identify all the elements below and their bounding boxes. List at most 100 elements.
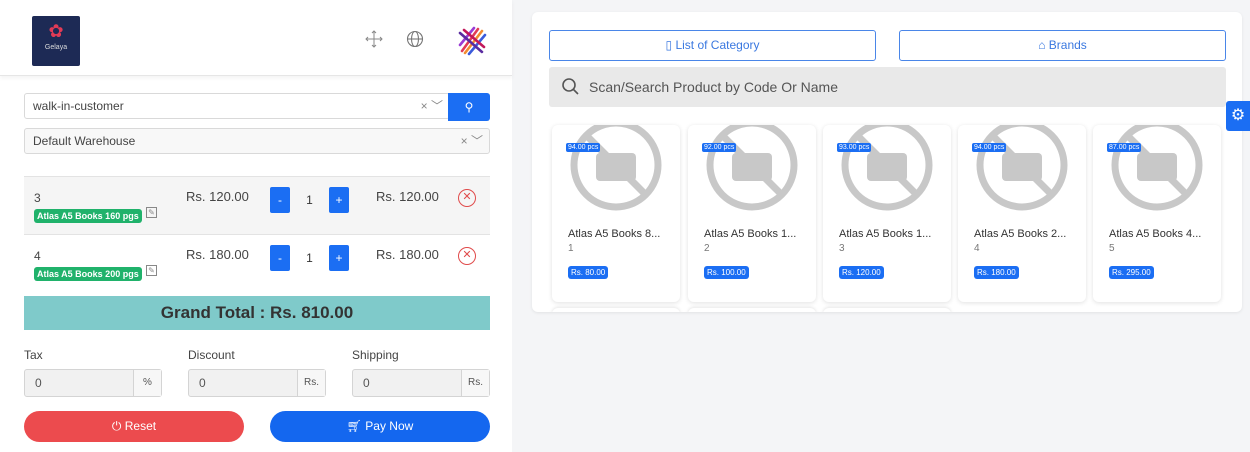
edit-icon[interactable]: ✎ (146, 265, 157, 276)
qty-increase-button[interactable]: + (329, 245, 349, 271)
shipping-unit: Rs. (461, 370, 489, 396)
category-icon: ▯ (665, 38, 673, 52)
product-card-partial[interactable] (552, 308, 680, 312)
pay-now-button[interactable]: 🛒︎ Pay Now (270, 411, 490, 442)
warehouse-select[interactable]: Default Warehouse × ﹀ (24, 128, 490, 154)
qty-decrease-button[interactable]: - (270, 245, 290, 271)
remove-item-icon[interactable]: ✕ (458, 247, 476, 265)
pay-now-label: Pay Now (365, 419, 414, 433)
clear-icon[interactable]: × (461, 134, 468, 148)
grand-total: Grand Total : Rs. 810.00 (24, 296, 490, 330)
no-image-icon (976, 125, 1068, 211)
cart-item-name-badge: Atlas A5 Books 200 pgs (34, 267, 142, 281)
product-card[interactable]: 92.00 pcs Atlas A5 Books 1... 2 Rs. 100.… (688, 125, 816, 302)
qty-decrease-button[interactable]: - (270, 187, 290, 213)
reset-label: ⏻ Reset (111, 419, 157, 433)
list-of-category-button[interactable]: ▯ List of Category (549, 30, 876, 61)
remove-item-icon[interactable]: ✕ (458, 189, 476, 207)
product-price-badge: Rs. 100.00 (704, 266, 749, 279)
warehouse-select-controls[interactable]: × ﹀ (461, 129, 483, 153)
discount-input[interactable]: 0 Rs. (188, 369, 326, 397)
discount-unit: Rs. (297, 370, 325, 396)
tax-unit: % (133, 370, 161, 396)
user-avatar[interactable] (456, 25, 488, 57)
product-card-partial[interactable] (823, 308, 951, 312)
logo-text: Gelaya (44, 44, 68, 51)
customer-select-controls[interactable]: × ﹀ (421, 94, 443, 118)
logo-flower-icon: ✿ (48, 21, 64, 41)
stock-badge: 93.00 pcs (837, 143, 872, 152)
stock-badge: 87.00 pcs (1107, 143, 1142, 152)
no-image-icon (841, 125, 933, 211)
qty-input[interactable]: 1 (290, 245, 329, 271)
product-name: Atlas A5 Books 8... (568, 228, 661, 240)
category-label: List of Category (675, 38, 760, 52)
clear-icon[interactable]: × (421, 99, 428, 113)
edit-icon[interactable]: ✎ (146, 207, 157, 218)
product-code: 4 (974, 243, 980, 254)
warehouse-value: Default Warehouse (33, 134, 136, 148)
qty-increase-button[interactable]: + (329, 187, 349, 213)
pos-cart-panel: ✿ Gelaya walk-in-customer × ﹀ ⚲ Default … (0, 0, 512, 452)
reset-button[interactable]: ⏻ Reset (24, 411, 244, 442)
cart-row: 3 Atlas A5 Books 160 pgs ✎ Rs. 120.00 - … (24, 176, 490, 234)
search-placeholder: Scan/Search Product by Code Or Name (589, 79, 839, 95)
product-card[interactable]: 94.00 pcs Atlas A5 Books 8... 1 Rs. 80.0… (552, 125, 680, 302)
product-code: 3 (839, 243, 845, 254)
search-icon (561, 67, 579, 121)
tax-label: Tax (24, 348, 43, 362)
add-customer-button[interactable]: ⚲ (448, 93, 490, 121)
discount-label: Discount (188, 348, 235, 362)
product-card[interactable]: 93.00 pcs Atlas A5 Books 1... 3 Rs. 120.… (823, 125, 951, 302)
cart-item-name-badge: Atlas A5 Books 160 pgs (34, 209, 142, 223)
product-search-input[interactable]: Scan/Search Product by Code Or Name (549, 67, 1226, 107)
user-icon: ⚲ (464, 100, 474, 114)
top-bar: ✿ Gelaya (0, 0, 512, 76)
settings-gear-icon[interactable]: ⚙ (1226, 101, 1250, 131)
cart-item-price: Rs. 120.00 (186, 189, 249, 204)
cart-item-subtotal: Rs. 180.00 (376, 247, 439, 262)
product-price-badge: Rs. 295.00 (1109, 266, 1154, 279)
customer-select[interactable]: walk-in-customer × ﹀ (24, 93, 450, 119)
chevron-down-icon[interactable]: ﹀ (471, 134, 483, 148)
product-card[interactable]: 94.00 pcs Atlas A5 Books 2... 4 Rs. 180.… (958, 125, 1086, 302)
product-code: 5 (1109, 243, 1115, 254)
discount-value: 0 (199, 376, 206, 390)
product-name: Atlas A5 Books 1... (704, 228, 797, 240)
product-code: 1 (568, 243, 574, 254)
no-image-icon (570, 125, 662, 211)
cart-item-code: 3 (34, 191, 41, 205)
fullscreen-icon[interactable] (364, 30, 384, 50)
chevron-down-icon[interactable]: ﹀ (431, 99, 443, 113)
brands-button[interactable]: ⌂ Brands (899, 30, 1226, 61)
product-name: Atlas A5 Books 2... (974, 228, 1067, 240)
no-image-icon (1111, 125, 1203, 211)
product-price-badge: Rs. 120.00 (839, 266, 884, 279)
shipping-input[interactable]: 0 Rs. (352, 369, 490, 397)
company-logo[interactable]: ✿ Gelaya (32, 16, 80, 66)
stock-badge: 92.00 pcs (702, 143, 737, 152)
cart-item-subtotal: Rs. 120.00 (376, 189, 439, 204)
product-price-badge: Rs. 80.00 (568, 266, 609, 279)
globe-icon[interactable] (405, 30, 425, 50)
product-card-partial[interactable] (688, 308, 816, 312)
qty-input[interactable]: 1 (290, 187, 329, 213)
product-name: Atlas A5 Books 4... (1109, 228, 1202, 240)
tax-input[interactable]: 0 % (24, 369, 162, 397)
shipping-label: Shipping (352, 348, 399, 362)
tax-value: 0 (35, 376, 42, 390)
cart-item-price: Rs. 180.00 (186, 247, 249, 262)
customer-value: walk-in-customer (33, 99, 124, 113)
shipping-value: 0 (363, 376, 370, 390)
cart-row: 4 Atlas A5 Books 200 pgs ✎ Rs. 180.00 - … (24, 234, 490, 292)
stock-badge: 94.00 pcs (972, 143, 1007, 152)
product-code: 2 (704, 243, 710, 254)
brands-label: Brands (1048, 38, 1087, 52)
bank-icon: ⌂ (1038, 38, 1046, 52)
stock-badge: 94.00 pcs (566, 143, 601, 152)
no-image-icon (706, 125, 798, 211)
product-card[interactable]: 87.00 pcs Atlas A5 Books 4... 5 Rs. 295.… (1093, 125, 1221, 302)
cart-item-code: 4 (34, 249, 41, 263)
cart-icon: 🛒︎ (346, 419, 362, 433)
product-catalog-panel: ▯ List of Category ⌂ Brands Scan/Search … (532, 12, 1242, 312)
